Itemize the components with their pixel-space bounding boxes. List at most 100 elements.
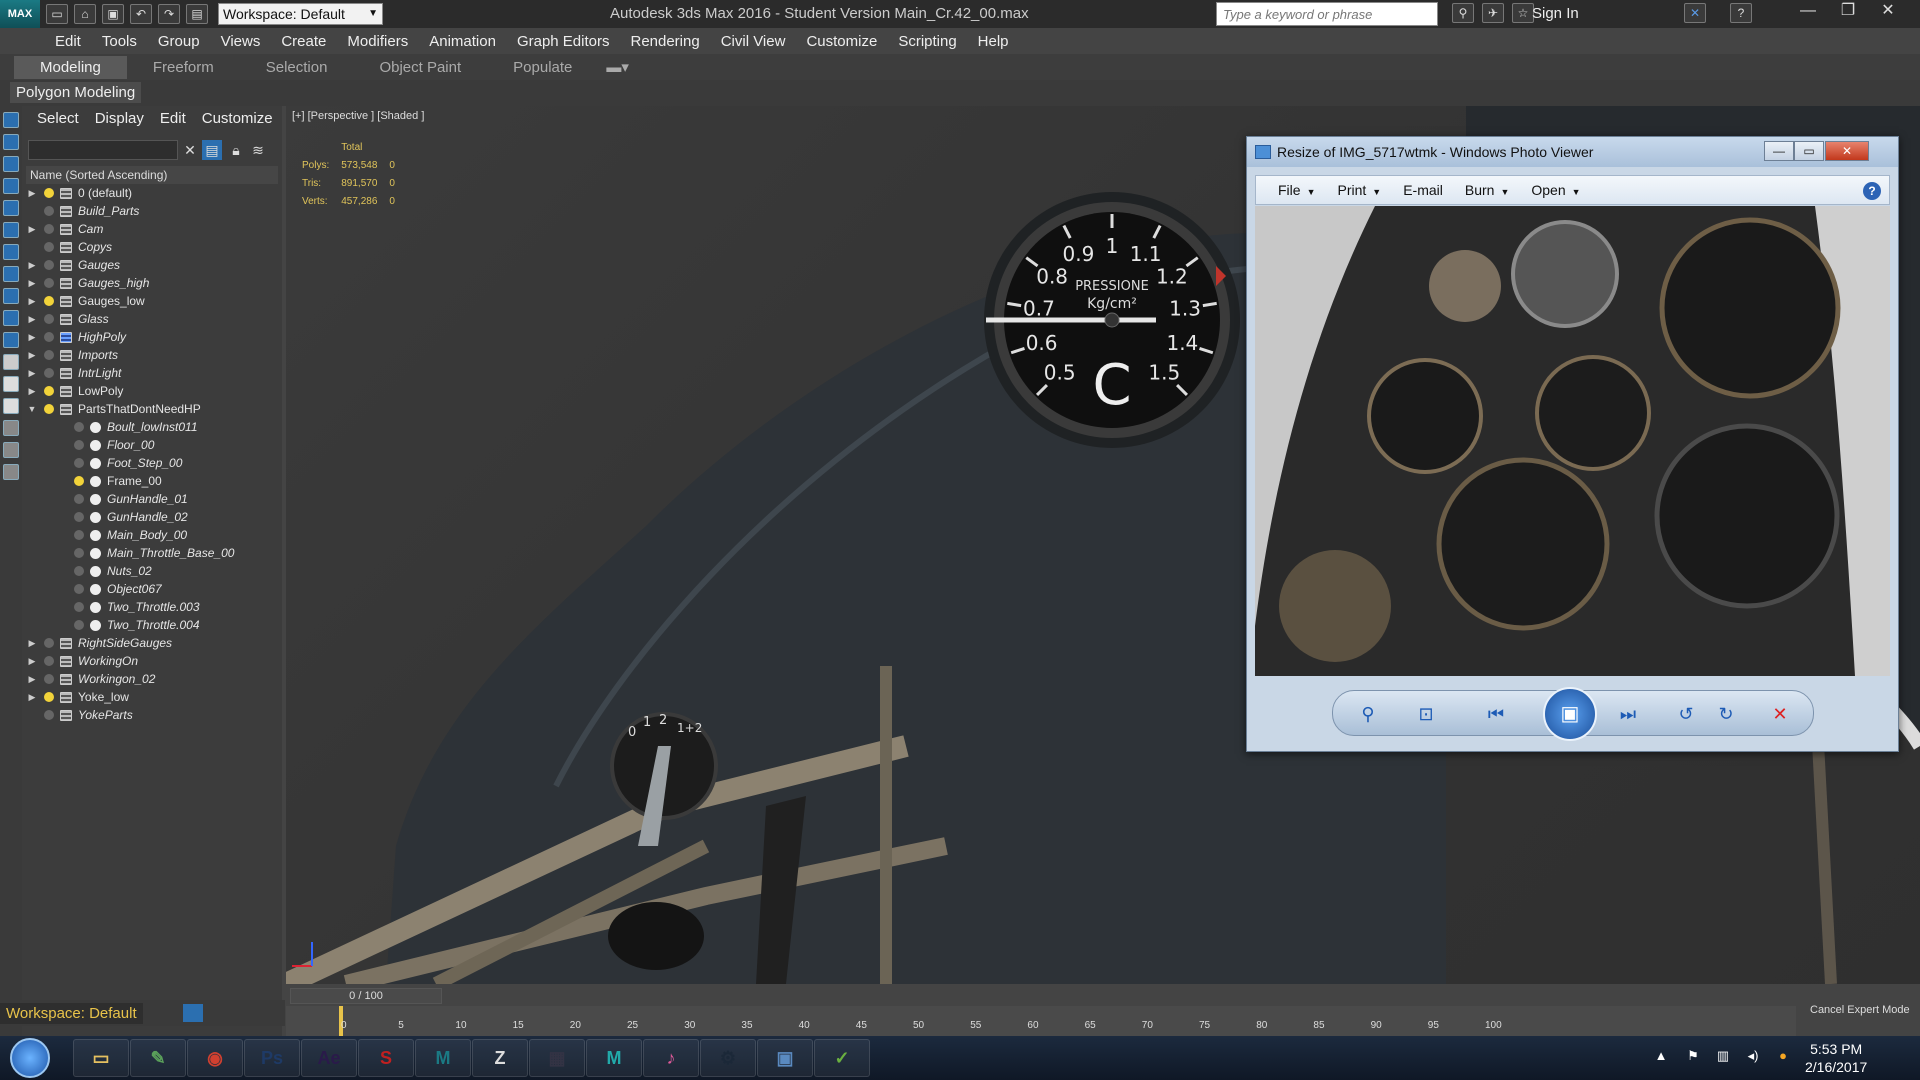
taskbar-app-green-icon[interactable]: ✓	[814, 1039, 870, 1077]
photo-image[interactable]	[1255, 206, 1890, 676]
expand-arrow-icon[interactable]: ▶	[26, 224, 38, 235]
lightbulb-icon[interactable]	[74, 620, 84, 630]
star-icon[interactable]: ☆	[1512, 3, 1534, 23]
menu-views[interactable]: Views	[221, 33, 261, 50]
time-slider[interactable]: 0 / 100	[290, 988, 442, 1004]
open-file-icon[interactable]: ⌂	[74, 4, 96, 24]
pv-menu-email[interactable]: E-mail	[1403, 182, 1443, 198]
taskbar-app-maya-icon[interactable]: M	[586, 1039, 642, 1077]
explorer-row[interactable]: ▶ Gauges_low	[26, 292, 278, 310]
explorer-row[interactable]: ▶ Glass	[26, 310, 278, 328]
network-icon[interactable]: ▥	[1714, 1048, 1732, 1066]
lightbulb-icon[interactable]	[44, 242, 54, 252]
tab-object-paint[interactable]: Object Paint	[353, 56, 487, 79]
filter-toggle-icon[interactable]: ▤	[202, 140, 222, 160]
lightbulb-icon[interactable]	[74, 512, 84, 522]
3ds-max-icon[interactable]: MAX	[0, 0, 40, 28]
pv-close-button[interactable]: ✕	[1825, 141, 1869, 161]
lightbulb-icon[interactable]	[44, 296, 54, 306]
menu-group[interactable]: Group	[158, 33, 200, 50]
lightbulb-icon[interactable]	[44, 674, 54, 684]
expand-arrow-icon[interactable]: ▶	[26, 278, 38, 289]
explorer-row[interactable]: ▶ Gauges_high	[26, 274, 278, 292]
rotate-left-icon[interactable]: ↺	[1673, 701, 1699, 727]
ribbon-options-icon[interactable]: ▬▾	[598, 55, 637, 79]
expand-arrow-icon[interactable]: ▶	[26, 674, 38, 685]
lightbulb-icon[interactable]	[74, 494, 84, 504]
explorer-row[interactable]: ▼ PartsThatDontNeedHP	[26, 400, 278, 418]
explorer-row[interactable]: Two_Throttle.004	[26, 616, 278, 634]
exchange-icon[interactable]: ✕	[1684, 3, 1706, 23]
lightbulb-icon[interactable]	[44, 692, 54, 702]
explorer-row[interactable]: Boult_lowInst011	[26, 418, 278, 436]
polygon-modeling-label[interactable]: Polygon Modeling	[10, 82, 142, 103]
menu-civil-view[interactable]: Civil View	[721, 33, 786, 50]
display-frozen-icon[interactable]	[3, 376, 19, 392]
sort-icon[interactable]	[3, 464, 19, 480]
taskbar-app-ae-icon[interactable]: Ae	[301, 1039, 357, 1077]
volume-icon[interactable]: ◂)	[1744, 1048, 1762, 1066]
clock[interactable]: 5:53 PM 2/16/2017	[1805, 1040, 1867, 1076]
explorer-row[interactable]: ▶ Yoke_low	[26, 688, 278, 706]
explorer-row[interactable]: Build_Parts	[26, 202, 278, 220]
sign-in-link[interactable]: Sign In	[1532, 5, 1579, 22]
lightbulb-icon[interactable]	[44, 260, 54, 270]
display-cameras-icon[interactable]	[3, 222, 19, 238]
slideshow-icon[interactable]: ▣	[1543, 687, 1597, 741]
project-folder-icon[interactable]: ▤	[186, 4, 208, 24]
expand-arrow-icon[interactable]: ▶	[26, 368, 38, 379]
expand-arrow-icon[interactable]: ▶	[26, 332, 38, 343]
explorer-row[interactable]: GunHandle_01	[26, 490, 278, 508]
expand-arrow-icon[interactable]: ▶	[26, 350, 38, 361]
menu-modifiers[interactable]: Modifiers	[347, 33, 408, 50]
menu-animation[interactable]: Animation	[429, 33, 496, 50]
zoom-icon[interactable]: ⚲	[1355, 701, 1381, 727]
lightbulb-icon[interactable]	[74, 476, 84, 486]
taskbar-app-3ds-max-icon[interactable]: M	[415, 1039, 471, 1077]
display-all-icon[interactable]	[3, 134, 19, 150]
lightbulb-icon[interactable]	[44, 332, 54, 342]
menu-customize[interactable]: Customize	[806, 33, 877, 50]
explorer-row[interactable]: ▶ WorkingOn	[26, 652, 278, 670]
name-column-header[interactable]: Name (Sorted Ascending)	[26, 166, 278, 184]
subscription-icon[interactable]: ✈	[1482, 3, 1504, 23]
taskbar-app-substance-icon[interactable]: S	[358, 1039, 414, 1077]
display-spacewarps-icon[interactable]	[3, 266, 19, 282]
rotate-right-icon[interactable]: ↻	[1713, 701, 1739, 727]
layer-filter-icon[interactable]	[3, 442, 19, 458]
save-icon[interactable]: ▣	[102, 4, 124, 24]
close-button[interactable]: ✕	[1868, 0, 1908, 24]
display-helpers-icon[interactable]	[3, 244, 19, 260]
expand-arrow-icon[interactable]: ▶	[26, 638, 38, 649]
expand-arrow-icon[interactable]: ▶	[26, 656, 38, 667]
collapse-arrow-icon[interactable]: ▼	[26, 404, 38, 414]
expand-arrow-icon[interactable]: ▶	[26, 692, 38, 703]
new-file-icon[interactable]: ▭	[46, 4, 68, 24]
layer-manager-icon[interactable]: ≋	[248, 140, 268, 160]
explorer-row[interactable]: ▶ RightSideGauges	[26, 634, 278, 652]
display-geometry-icon[interactable]	[3, 156, 19, 172]
explorer-row[interactable]: ▶ IntrLight	[26, 364, 278, 382]
display-xrefs-icon[interactable]	[3, 310, 19, 326]
help-icon[interactable]: ?	[1863, 182, 1881, 200]
explorer-row[interactable]: ▶ LowPoly	[26, 382, 278, 400]
viewport-label[interactable]: [+] [Perspective ] [Shaded ]	[292, 110, 424, 122]
menu-scripting[interactable]: Scripting	[898, 33, 956, 50]
explorer-row[interactable]: Two_Throttle.003	[26, 598, 278, 616]
explorer-row[interactable]: ▶ Gauges	[26, 256, 278, 274]
lightbulb-icon[interactable]	[44, 278, 54, 288]
explorer-row[interactable]: Foot_Step_00	[26, 454, 278, 472]
tray-up-arrow-icon[interactable]: ▲	[1652, 1048, 1670, 1066]
menu-rendering[interactable]: Rendering	[630, 33, 699, 50]
explorer-row[interactable]: ▶ Cam	[26, 220, 278, 238]
display-bones-icon[interactable]	[3, 332, 19, 348]
explorer-row[interactable]: YokeParts	[26, 706, 278, 724]
delete-icon[interactable]: ✕	[1767, 701, 1793, 727]
minimize-button[interactable]: —	[1788, 0, 1828, 24]
explorer-menu-customize[interactable]: Customize	[202, 110, 273, 132]
pv-maximize-button[interactable]: ▭	[1794, 141, 1824, 161]
taskbar-app-photo-viewer-icon[interactable]: ▣	[757, 1039, 813, 1077]
explorer-row[interactable]: Nuts_02	[26, 562, 278, 580]
lightbulb-icon[interactable]	[44, 206, 54, 216]
flag-icon[interactable]: ⚑	[1684, 1048, 1702, 1066]
